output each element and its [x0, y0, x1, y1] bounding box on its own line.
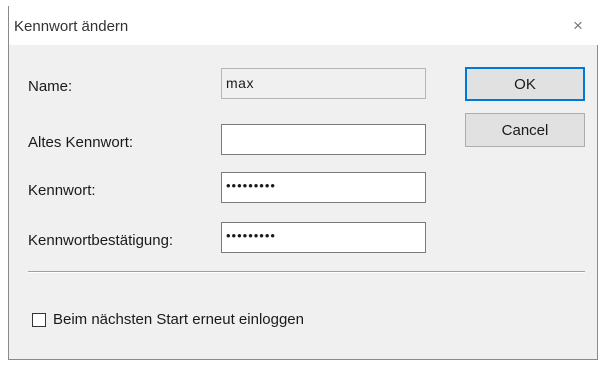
- relogin-option[interactable]: Beim nächsten Start erneut einloggen: [32, 311, 304, 328]
- change-password-dialog: Kennwort ändern × Name: max Altes Kennwo…: [8, 6, 598, 360]
- close-icon[interactable]: ×: [558, 6, 598, 45]
- relogin-checkbox[interactable]: [32, 312, 46, 327]
- name-field: max: [221, 68, 426, 99]
- old-password-label: Altes Kennwort:: [28, 134, 134, 151]
- password-confirm-field[interactable]: •••••••••: [221, 222, 426, 253]
- old-password-field[interactable]: [221, 124, 426, 155]
- title-bar[interactable]: Kennwort ändern ×: [9, 6, 598, 45]
- ok-button[interactable]: OK: [465, 67, 585, 101]
- password-label: Kennwort:: [28, 182, 96, 199]
- relogin-label[interactable]: Beim nächsten Start erneut einloggen: [53, 311, 304, 328]
- password-field[interactable]: •••••••••: [221, 172, 426, 203]
- dialog-title: Kennwort ändern: [14, 18, 129, 35]
- cancel-button[interactable]: Cancel: [465, 113, 585, 147]
- name-label: Name:: [28, 78, 73, 95]
- password-confirm-label: Kennwortbestätigung:: [28, 232, 174, 249]
- separator: [28, 271, 585, 273]
